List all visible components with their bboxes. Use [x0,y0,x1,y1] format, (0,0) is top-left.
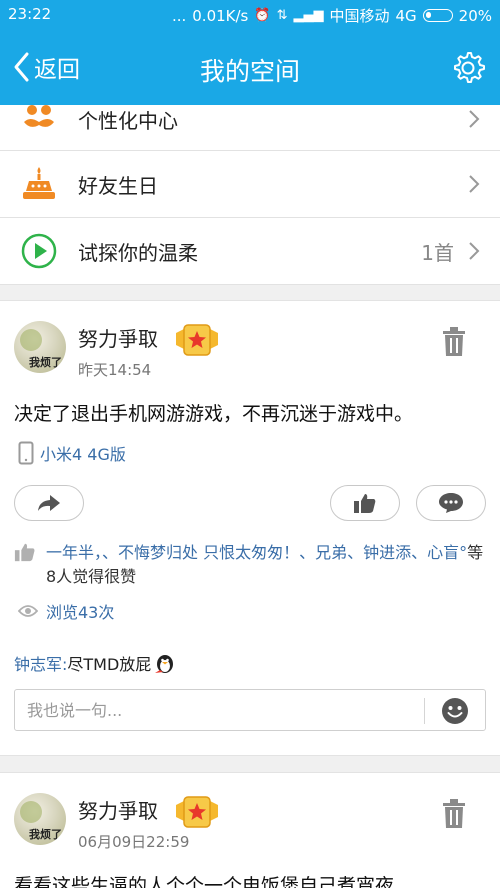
menu-item-label: 个性化中心 [78,109,178,133]
battery-percent: 20% [458,6,492,25]
status-bar: 23:22 ... 0.01K/s ⏰ ⇅ ▂▄▆ 中国移动 4G 20% [0,0,500,30]
trash-icon[interactable] [442,327,466,357]
menu-item-music[interactable]: 试探你的温柔 1首 [0,218,500,285]
likes-section: 一年半，、不悔梦归处 只恨太匆匆！、兄弟、钟进添、心盲°等8人觉得很赞 [14,541,484,589]
reply-box [14,689,486,731]
post-card: 我烦了 努力爭取 06月09日22:59 看看这些生逼的人个个一个电饭煲自己煮宵… [0,772,500,888]
comment-text: 尽TMD放屁 [67,655,152,674]
signal-icon: ▂▄▆ [293,8,324,23]
views-count: 浏览43次 [18,599,114,623]
status-right: ... 0.01K/s ⏰ ⇅ ▂▄▆ 中国移动 4G 20% [172,5,492,26]
emoji-icon[interactable] [441,697,469,725]
avatar-text: 我烦了 [29,828,62,841]
chevron-right-icon [469,110,480,128]
comment-icon [439,493,463,513]
views-text: 浏览43次 [46,603,115,622]
menu-list: 个性化中心 好友生日 试探你的温柔 1首 [0,105,500,285]
chevron-right-icon [469,242,480,260]
penguin-emoji-icon [155,655,174,673]
like-button[interactable] [330,485,400,521]
comment-item: 钟志军: 尽TMD放屁 [14,651,177,675]
vip-badge-icon [176,796,218,828]
post-time: 06月09日22:59 [78,833,190,851]
share-button[interactable] [14,485,84,521]
avatar-decoration [20,329,42,351]
post-card: 我烦了 努力爭取 昨天14:54 决定了退出手机网游游戏，不再沉迷于游戏中。 小… [0,300,500,756]
avatar-text: 我烦了 [29,356,62,369]
data-transfer-icon: ⇅ [276,8,288,23]
chevron-right-icon [469,175,480,193]
thumbs-up-icon [14,543,35,562]
post-username[interactable]: 努力爭取 [78,795,158,824]
status-time: 23:22 [8,5,52,23]
alarm-icon: ⏰ [254,8,271,23]
network-type: 4G [395,6,417,25]
post-device: 小米4 4G版 [18,441,126,465]
avatar[interactable]: 我烦了 [14,321,66,373]
avatar[interactable]: 我烦了 [14,793,66,845]
play-icon [20,232,58,270]
page-title: 我的空间 [199,57,300,86]
post-time: 昨天14:54 [78,361,152,379]
network-speed: 0.01K/s [192,6,249,25]
trash-icon[interactable] [442,799,466,829]
device-name[interactable]: 小米4 4G版 [40,441,126,465]
menu-item-birthday[interactable]: 好友生日 [0,151,500,218]
avatar-decoration [20,801,42,823]
divider [424,698,425,724]
vip-badge-icon [176,324,218,356]
battery-icon [422,9,453,22]
post-content: 看看这些生逼的人个个一个电饭煲自己煮宵夜 [14,875,395,888]
gear-icon[interactable] [450,50,486,86]
song-count: 1首 [421,240,454,265]
menu-item-label: 好友生日 [78,173,158,198]
share-icon [38,495,60,511]
post-username[interactable]: 努力爭取 [78,323,158,352]
phone-icon [18,441,34,465]
cake-icon [20,165,58,203]
menu-item-label: 试探你的温柔 [78,240,198,265]
likes-names[interactable]: 一年半，、不悔梦归处 只恨太匆匆！、兄弟、钟进添、心盲° [46,543,467,562]
thumbs-up-icon [354,494,376,513]
menu-item-personalization[interactable]: 个性化中心 [0,105,500,151]
carrier-name: 中国移动 [329,7,390,25]
post-content: 决定了退出手机网游游戏，不再沉迷于游戏中。 [14,403,414,425]
likes-text: 一年半，、不悔梦归处 只恨太匆匆！、兄弟、钟进添、心盲°等8人觉得很赞 [14,541,484,589]
mustache-icon [20,100,58,138]
comment-username[interactable]: 钟志军: [14,651,67,675]
eye-icon [18,605,38,617]
comment-button[interactable] [416,485,486,521]
reply-input[interactable] [27,698,417,722]
app-header: 返回 我的空间 [0,30,500,105]
status-dots: ... [171,6,187,25]
